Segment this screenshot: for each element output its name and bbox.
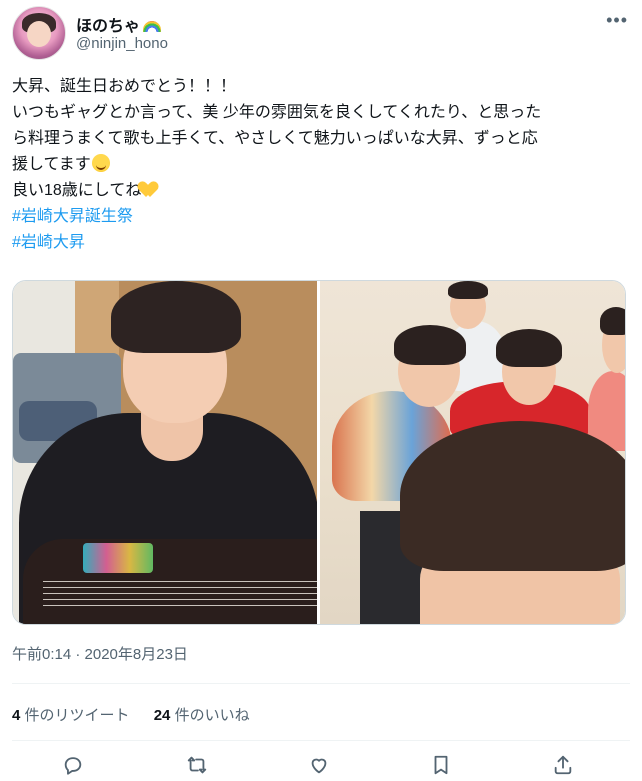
- smiling-face-icon: [91, 154, 110, 172]
- photo-person-hair: [496, 329, 562, 367]
- hashtag-link[interactable]: #岩崎大昇: [12, 230, 630, 256]
- retweets-stat[interactable]: 4 件のリツイート: [12, 707, 130, 724]
- bookmark-icon[interactable]: [430, 754, 454, 778]
- media-grid: [12, 280, 626, 625]
- tweet-line: いつもギャグとか言って、美 少年の雰囲気を良くしてくれたり、と思った: [12, 104, 542, 121]
- tweet-line-with-emoji: 良い18歳にしてね: [12, 178, 630, 204]
- user-handle[interactable]: @ninjin_hono: [76, 35, 168, 52]
- divider: [12, 740, 630, 741]
- reply-icon[interactable]: [62, 754, 86, 778]
- rainbow-icon: [143, 21, 162, 32]
- yellow-heart-icon: [142, 180, 160, 198]
- tweet-line: ら料理うまくて歌も上手くて、やさしくて魅力いっぱいな大昇、ずっと応: [12, 130, 538, 147]
- retweets-count: 4: [12, 707, 21, 724]
- tweet-header: ほのちゃ @ninjin_hono •••: [12, 6, 630, 62]
- tweet-timestamp[interactable]: 午前0:14 · 2020年8月23日: [12, 643, 188, 664]
- avatar[interactable]: [12, 6, 66, 60]
- photo-guitar-sticker: [83, 543, 153, 573]
- hashtag-link[interactable]: #岩崎大昇誕生祭: [12, 204, 630, 230]
- tweet-line: 良い18歳にしてね: [12, 182, 142, 199]
- photo-left[interactable]: [13, 281, 317, 624]
- photo-selfie-hair: [400, 421, 625, 571]
- tweet-line-with-emoji: 援してます: [12, 152, 630, 178]
- photo-person-hair: [394, 325, 466, 365]
- likes-count: 24: [153, 707, 171, 724]
- tweet-stats: 4 件のリツイート 24 件のいいね: [12, 704, 270, 725]
- likes-label: 件のいいね: [174, 707, 250, 724]
- retweet-icon[interactable]: [186, 754, 210, 778]
- photo-person-hair: [111, 281, 241, 353]
- tweet-line: 援してます: [12, 156, 91, 173]
- share-icon[interactable]: [552, 754, 576, 778]
- display-name[interactable]: ほのちゃ: [76, 12, 162, 36]
- like-icon[interactable]: [308, 754, 332, 778]
- more-horizontal-icon[interactable]: •••: [606, 10, 628, 31]
- avatar-face: [27, 21, 51, 47]
- tweet-text: 大昇、誕生日おめでとう！！！ いつもギャグとか言って、美 少年の雰囲気を良くして…: [12, 74, 630, 256]
- tweet-line: 大昇、誕生日おめでとう！！！: [12, 78, 237, 95]
- photo-person-hair: [448, 281, 488, 299]
- divider: [12, 683, 630, 684]
- photo-guitar-strings: [43, 581, 317, 611]
- photo-right[interactable]: [320, 281, 625, 624]
- likes-stat[interactable]: 24 件のいいね: [154, 707, 250, 724]
- tweet-actions: [12, 752, 630, 780]
- retweets-label: 件のリツイート: [24, 707, 130, 724]
- display-name-text: ほのちゃ: [76, 18, 141, 35]
- photo-person-hair: [600, 307, 625, 335]
